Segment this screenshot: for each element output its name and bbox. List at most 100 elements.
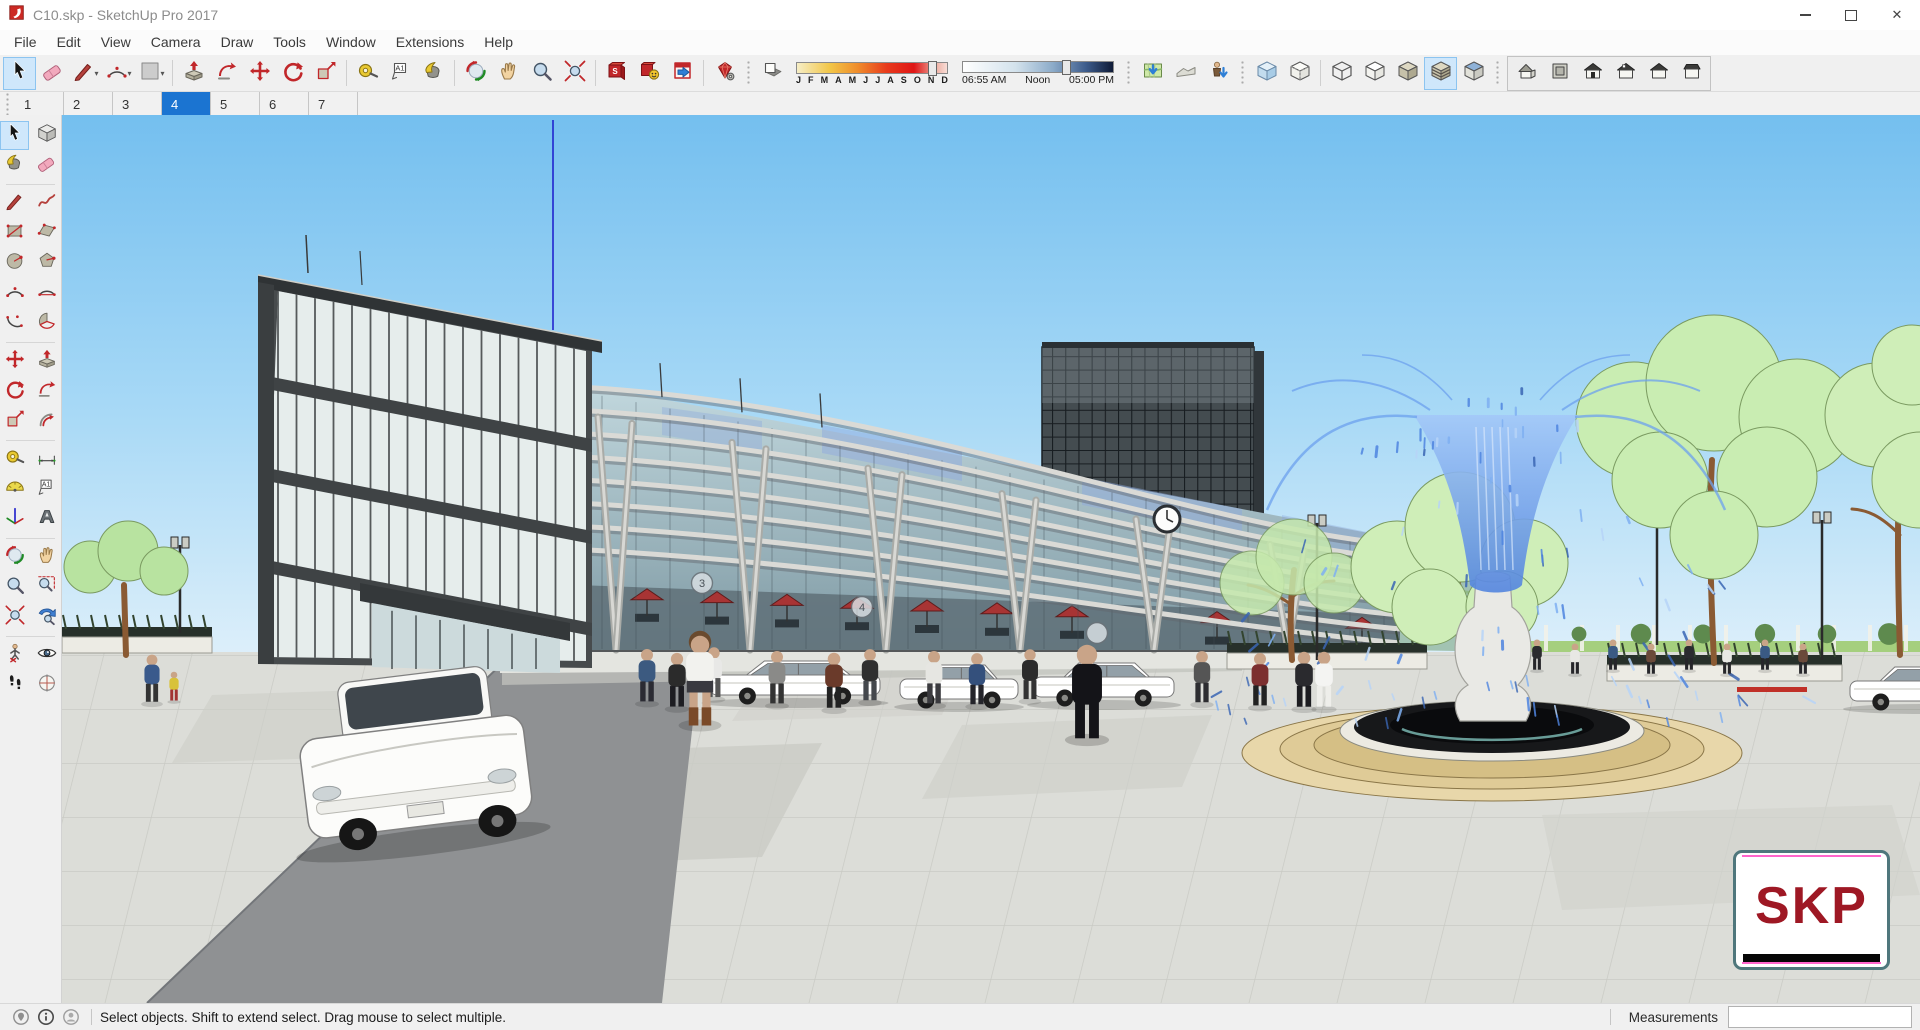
measurements-input[interactable]: [1728, 1006, 1912, 1028]
minimize-button[interactable]: [1782, 0, 1828, 30]
menu-item-tools[interactable]: Tools: [263, 30, 316, 55]
share-model-tool-button[interactable]: [633, 57, 666, 90]
line-tool-button[interactable]: [0, 189, 29, 218]
dimension-tool-button[interactable]: [32, 445, 61, 474]
menu-item-camera[interactable]: Camera: [141, 30, 211, 55]
eraser-tool-button[interactable]: [36, 57, 69, 90]
menu-item-file[interactable]: File: [4, 30, 47, 55]
view-back-tool-button[interactable]: [1642, 57, 1675, 90]
maximize-button[interactable]: [1828, 0, 1874, 30]
scale-tool-button[interactable]: [0, 407, 29, 436]
date-slider-handle[interactable]: [927, 60, 937, 76]
paint-bucket-tool-button[interactable]: [417, 57, 450, 90]
shaded-textures-tool-button[interactable]: [1424, 56, 1457, 90]
view-front-tool-button[interactable]: [1576, 57, 1609, 90]
orbit-tool-button[interactable]: [459, 57, 492, 90]
menu-item-view[interactable]: View: [91, 30, 141, 55]
scene-tab-7[interactable]: 7: [309, 92, 358, 116]
dropdown-arrow-icon[interactable]: ▾: [160, 69, 164, 78]
view-iso-tool-button[interactable]: [1510, 57, 1543, 90]
zoom-tool-button[interactable]: [525, 57, 558, 90]
ruby-gear-tool-button[interactable]: [708, 57, 741, 90]
shadow-time-slider[interactable]: 06:55 AM Noon 05:00 PM: [962, 59, 1114, 86]
toolbar-grip[interactable]: [1126, 60, 1131, 86]
wireframe-tool-button[interactable]: [1325, 57, 1358, 90]
zoom-extents-tool-button[interactable]: [0, 603, 29, 632]
sign-in-user-icon[interactable]: [58, 1008, 83, 1026]
zoom-window-tool-button[interactable]: [32, 573, 61, 602]
two-point-arc-tool-button[interactable]: [32, 279, 61, 308]
hidden-line-tool-button[interactable]: [1358, 57, 1391, 90]
position-camera-tool-button[interactable]: [0, 641, 29, 670]
text-tool-button[interactable]: A1: [384, 57, 417, 90]
menu-item-draw[interactable]: Draw: [211, 30, 264, 55]
viewport-canvas[interactable]: 34 SKP: [62, 115, 1920, 1003]
menu-item-extensions[interactable]: Extensions: [386, 30, 474, 55]
menu-item-edit[interactable]: Edit: [47, 30, 91, 55]
wh-model-tool-button[interactable]: S: [600, 57, 633, 90]
view-right-tool-button[interactable]: [1609, 57, 1642, 90]
toolbar-grip[interactable]: [746, 60, 751, 86]
text-tool-button[interactable]: A1: [32, 475, 61, 504]
offset-tool-button[interactable]: [32, 407, 61, 436]
rectangle-tool-button[interactable]: [0, 219, 29, 248]
scene-tab-4[interactable]: 4: [162, 92, 211, 116]
push-pull-tool-button[interactable]: [177, 57, 210, 90]
follow-me-tool-button[interactable]: [210, 57, 243, 90]
photo-textures-tool-button[interactable]: [1202, 57, 1235, 90]
pie-tool-button[interactable]: [32, 309, 61, 338]
orbit-tool-button[interactable]: [0, 543, 29, 572]
shaded-tool-button[interactable]: [1391, 57, 1424, 90]
credits-info-icon[interactable]: [33, 1008, 58, 1026]
ext-warehouse-tool-button[interactable]: [666, 57, 699, 90]
protractor-tool-button[interactable]: [0, 475, 29, 504]
shadow-date-slider[interactable]: JFMAMJJASOND: [796, 60, 948, 85]
monochrome-tool-button[interactable]: [1457, 57, 1490, 90]
scene-tab-6[interactable]: 6: [260, 92, 309, 116]
line-tool-button[interactable]: ▾: [69, 57, 102, 90]
rotate-tool-button[interactable]: [276, 57, 309, 90]
back-edges-tool-button[interactable]: [1283, 57, 1316, 90]
time-slider-handle[interactable]: [1062, 59, 1071, 75]
date-slider-track[interactable]: [796, 60, 948, 76]
text3d-tool-button[interactable]: [32, 505, 61, 534]
scale-tool-button[interactable]: [309, 57, 342, 90]
section-plane-tool-button[interactable]: [32, 671, 61, 700]
shadow-toggle-tool-button[interactable]: [756, 57, 789, 90]
add-location-tool-button[interactable]: [1136, 57, 1169, 90]
look-around-tool-button[interactable]: [32, 641, 61, 670]
move-tool-button[interactable]: [0, 347, 29, 376]
scene-tab-3[interactable]: 3: [113, 92, 162, 116]
tape-measure-tool-button[interactable]: [351, 57, 384, 90]
toggle-terrain-tool-button[interactable]: [1169, 57, 1202, 90]
rotate-tool-button[interactable]: [0, 377, 29, 406]
scene-tab-5[interactable]: 5: [211, 92, 260, 116]
move-tool-button[interactable]: [243, 57, 276, 90]
view-left-tool-button[interactable]: [1675, 57, 1708, 90]
dropdown-arrow-icon[interactable]: ▾: [94, 69, 98, 78]
paint-bucket-tool-button[interactable]: [0, 151, 29, 180]
select-tool-button[interactable]: [3, 56, 36, 90]
circle-tool-button[interactable]: [0, 249, 29, 278]
three-point-arc-tool-button[interactable]: [0, 309, 29, 338]
dropdown-arrow-icon[interactable]: ▾: [127, 69, 131, 78]
menu-item-window[interactable]: Window: [316, 30, 386, 55]
walk-tool-button[interactable]: [0, 671, 29, 700]
view-top-tool-button[interactable]: [1543, 57, 1576, 90]
time-slider-track[interactable]: [962, 59, 1114, 75]
zoom-tool-button[interactable]: [0, 573, 29, 602]
polygon-tool-button[interactable]: [32, 249, 61, 278]
make-component-tool-button[interactable]: [32, 121, 61, 150]
eraser-tool-button[interactable]: [32, 151, 61, 180]
toolbar-grip[interactable]: [1240, 60, 1245, 86]
pan-tool-button[interactable]: [32, 543, 61, 572]
xray-tool-button[interactable]: [1250, 57, 1283, 90]
select-tool-button[interactable]: [0, 121, 29, 150]
geolocation-status-icon[interactable]: [8, 1008, 33, 1026]
tape-measure-tool-button[interactable]: [0, 445, 29, 474]
zoom-extents-tool-button[interactable]: [558, 57, 591, 90]
pan-tool-button[interactable]: [492, 57, 525, 90]
rotated-rectangle-tool-button[interactable]: [32, 219, 61, 248]
scene-tab-1[interactable]: 1: [15, 92, 64, 116]
follow-me-tool-button[interactable]: [32, 377, 61, 406]
